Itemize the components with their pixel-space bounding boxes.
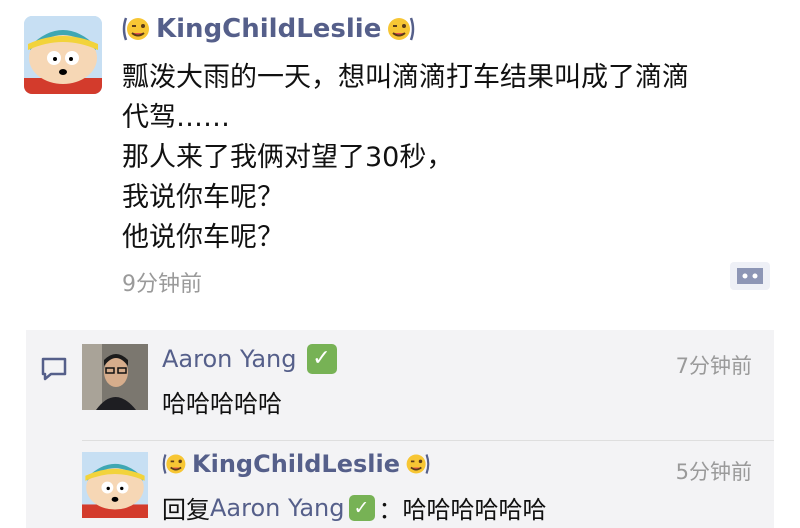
comment-timestamp: 5分钟前 <box>675 460 752 484</box>
winking-face-icon <box>385 14 415 44</box>
post-line: 他说你车呢？ <box>122 222 284 253</box>
post-username[interactable]: KingChildLeslie <box>122 14 415 44</box>
reply-text: 哈哈哈哈哈哈 <box>402 496 547 524</box>
moment-post: KingChildLeslie 瓢泼大雨的一天，想叫滴滴打车结果叫成了滴滴 代驾… <box>0 0 800 330</box>
avatar[interactable] <box>82 344 148 410</box>
winking-face-icon <box>162 451 188 477</box>
ellipsis-bubble-icon <box>737 268 763 284</box>
comment-icon <box>41 357 67 381</box>
post-line: 我说你车呢？ <box>122 182 284 213</box>
post-line: 那人来了我俩对望了30秒， <box>122 142 454 173</box>
comment-author-name[interactable]: KingChildLeslie <box>192 450 400 478</box>
reply-prefix: 回复 <box>162 496 210 524</box>
post-body: 瓢泼大雨的一天，想叫滴滴打车结果叫成了滴滴 代驾…… 那人来了我俩对望了30秒，… <box>122 58 782 258</box>
post-line: 代驾…… <box>122 102 230 133</box>
post-username-text[interactable]: KingChildLeslie <box>156 14 381 44</box>
more-actions-button[interactable] <box>730 262 770 290</box>
winking-face-icon <box>404 451 430 477</box>
divider <box>82 440 774 441</box>
comment-timestamp: 7分钟前 <box>675 354 752 378</box>
avatar[interactable] <box>24 16 102 94</box>
comment-text[interactable]: 回复 Aaron Yang ✓ ： 哈哈哈哈哈哈 <box>162 490 547 525</box>
post-timestamp: 9分钟前 <box>122 272 202 297</box>
post-line: 瓢泼大雨的一天，想叫滴滴打车结果叫成了滴滴 <box>122 62 689 93</box>
reply-to-name[interactable]: Aaron Yang <box>210 494 345 522</box>
reply-colon: ： <box>378 496 403 524</box>
avatar[interactable] <box>82 452 148 518</box>
comments-panel: Aaron Yang ✓ 7分钟前 哈哈哈哈哈 KingChildLeslie … <box>26 330 774 528</box>
comment-author[interactable]: Aaron Yang ✓ <box>162 344 341 374</box>
comment-text[interactable]: 哈哈哈哈哈 <box>162 384 282 419</box>
comment-author-name[interactable]: Aaron Yang <box>162 345 297 373</box>
winking-face-icon <box>122 14 152 44</box>
check-badge-icon: ✓ <box>306 344 337 374</box>
comment-author[interactable]: KingChildLeslie <box>162 450 430 478</box>
check-badge-icon: ✓ <box>348 494 375 521</box>
